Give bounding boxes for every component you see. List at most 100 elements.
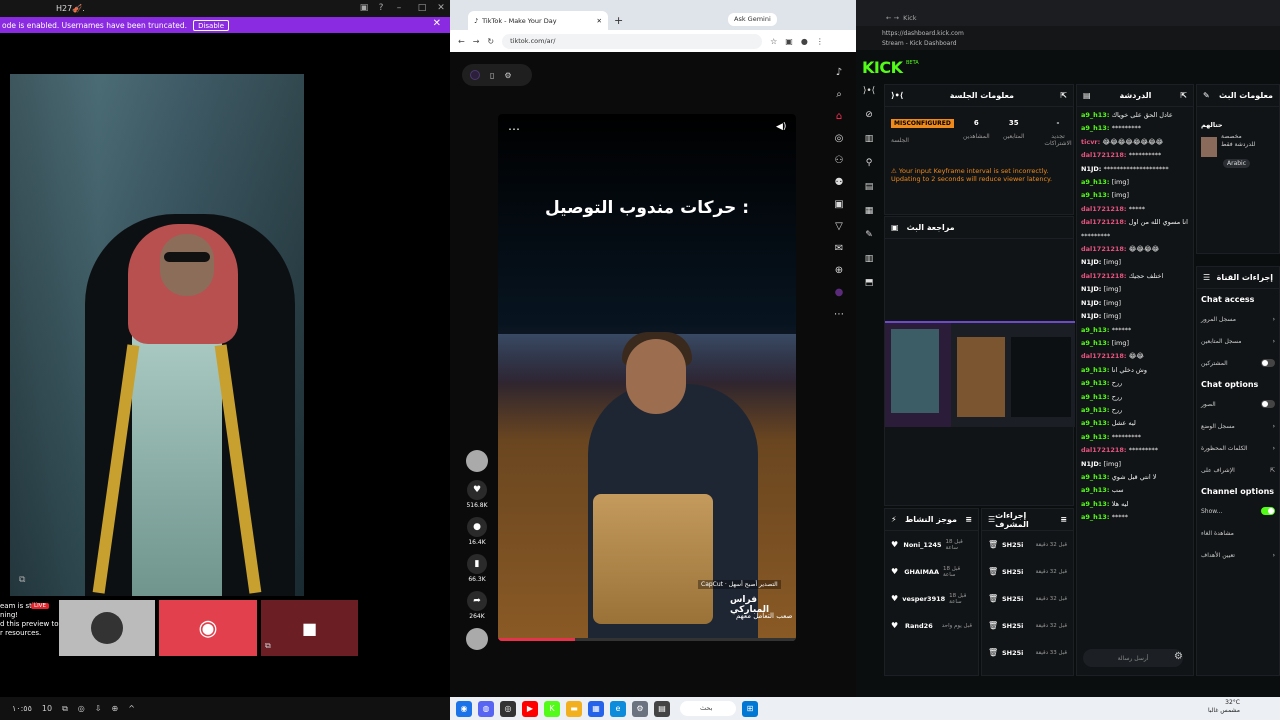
reload-icon[interactable]: ↻	[487, 37, 494, 46]
minimize-button[interactable]: –	[390, 0, 408, 17]
obs-icon[interactable]: ◎	[500, 700, 516, 717]
tab-tiktok[interactable]: ♪ TikTok - Make Your Day ✕	[468, 11, 608, 30]
chat-message[interactable]: a9_h13: [img]	[1081, 189, 1189, 202]
chat-message[interactable]: a9_h13: [img]	[1081, 176, 1189, 189]
chat-settings-icon[interactable]: ⚙	[1174, 651, 1183, 662]
filter-icon[interactable]: ≡	[1060, 515, 1067, 524]
more-icon[interactable]: ⋯	[508, 122, 520, 136]
profile-icon[interactable]: ●	[801, 37, 808, 46]
external-link-icon[interactable]: ⇱	[1270, 467, 1275, 474]
chat-username[interactable]: a9_h13:	[1081, 473, 1112, 481]
chat-message[interactable]: dal1721218: *****	[1081, 203, 1189, 216]
chat-message[interactable]: ticvr: 😂😂😂😂😂😂😂😂	[1081, 136, 1189, 149]
close-button[interactable]: ✕	[432, 0, 450, 17]
chat-message[interactable]: a9_h13: لا انتي قبل شوي	[1081, 471, 1189, 484]
chat-message[interactable]: a9_h13: ررح	[1081, 404, 1189, 417]
help-icon[interactable]: ?	[372, 0, 390, 17]
tab-close-icon[interactable]: ✕	[597, 17, 602, 25]
chat-username[interactable]: dal1721218:	[1081, 272, 1129, 280]
chat-username[interactable]: N1JD:	[1081, 285, 1104, 293]
edge-icon[interactable]: e	[610, 700, 626, 717]
chevron-right-icon[interactable]: ›	[1273, 423, 1275, 430]
youtube-icon[interactable]: ▶	[522, 700, 538, 717]
tab-title[interactable]: Kick	[903, 14, 916, 22]
chat-username[interactable]: a9_h13:	[1081, 500, 1112, 508]
profile-icon[interactable]: ●	[828, 282, 850, 304]
chat-username[interactable]: dal1721218:	[1081, 218, 1129, 226]
preview-thumbnail[interactable]	[885, 321, 1075, 427]
analytics-nav-icon[interactable]: ▦	[860, 206, 878, 230]
new-tab-button[interactable]: +	[614, 11, 623, 30]
comment-button[interactable]: ● 16.4K	[464, 517, 490, 546]
maximize-button[interactable]: □	[413, 0, 431, 17]
chat-username[interactable]: a9_h13:	[1081, 326, 1112, 334]
setting-row[interactable]: مسجل الوضع ›	[1197, 415, 1279, 437]
chat-message[interactable]: a9_h13: *****	[1081, 511, 1189, 524]
live-icon[interactable]: ▣	[828, 194, 850, 216]
upload-icon[interactable]: ⊕	[828, 260, 850, 282]
discord-icon[interactable]: ◍	[478, 700, 494, 717]
chat-message[interactable]: a9_h13: ليه عشل	[1081, 417, 1189, 430]
chat-message[interactable]: a9_h13: ررح	[1081, 391, 1189, 404]
bookmark-star-icon[interactable]: ☆	[770, 37, 777, 46]
chat-username[interactable]: ticvr:	[1081, 138, 1103, 146]
chat-message[interactable]: N1JD: [img]	[1081, 283, 1189, 296]
like-button[interactable]: ♥ 516.8K	[464, 480, 490, 509]
chat-username[interactable]: a9_h13:	[1081, 433, 1112, 441]
chat-message[interactable]: a9_h13: ررح	[1081, 377, 1189, 390]
chevron-right-icon[interactable]: ›	[1273, 552, 1275, 559]
chat-message[interactable]: N1JD: [img]	[1081, 297, 1189, 310]
chat-message[interactable]: a9_h13: ليه هلا	[1081, 498, 1189, 511]
kick-icon[interactable]: K	[544, 700, 560, 717]
chat-message[interactable]: N1JD: [img]	[1081, 458, 1189, 471]
toggle-switch[interactable]	[1261, 400, 1275, 408]
chat-message[interactable]: N1JD: ********************	[1081, 163, 1189, 176]
discord-tile[interactable]: ◉	[159, 600, 257, 656]
chat-message[interactable]: dal1721218: اختلف حجيك	[1081, 270, 1189, 283]
weather-widget[interactable]: 32°C مشمس غالبا	[1208, 699, 1240, 715]
tiktok-logo-icon[interactable]: ♪	[828, 62, 850, 84]
chat-message[interactable]: a9_h13: [img]	[1081, 337, 1189, 350]
link-nav-icon[interactable]: ⊘	[860, 110, 878, 134]
chat-username[interactable]: N1JD:	[1081, 299, 1104, 307]
setting-row[interactable]: Show...	[1197, 500, 1279, 522]
kick-logo[interactable]: KICK	[862, 58, 903, 77]
chat-username[interactable]: dal1721218:	[1081, 151, 1129, 159]
setting-row[interactable]: مسجل المتابعين ›	[1197, 330, 1279, 352]
messages-icon[interactable]: ✉	[828, 238, 850, 260]
chat-username[interactable]: a9_h13:	[1081, 406, 1112, 414]
chat-message[interactable]: a9_h13: عادل الحق على خوياك	[1081, 109, 1189, 122]
more-icon[interactable]: ⋯	[828, 304, 850, 326]
tools-nav-icon[interactable]: ✎	[860, 230, 878, 254]
chat-username[interactable]: N1JD:	[1081, 165, 1104, 173]
disable-button[interactable]: Disable	[193, 19, 230, 31]
search-icon[interactable]: ⌕	[828, 84, 850, 106]
chat-username[interactable]: a9_h13:	[1081, 393, 1112, 401]
community-nav-icon[interactable]: ⚲	[860, 158, 878, 182]
chat-message[interactable]: a9_h13: سب	[1081, 484, 1189, 497]
taskbar-item[interactable]: ◎	[78, 704, 85, 713]
chat-username[interactable]: a9_h13:	[1081, 339, 1112, 347]
chat-input[interactable]: أرسل رسالة	[1083, 649, 1183, 667]
activity-icon[interactable]: ▽	[828, 216, 850, 238]
creator-avatar[interactable]	[464, 450, 490, 472]
extensions-icon[interactable]: ▣	[785, 37, 793, 46]
chat-message[interactable]: dal1721218: 😂😂😂😂	[1081, 243, 1189, 256]
popout-icon[interactable]: ⧉	[19, 575, 25, 585]
volume-icon[interactable]: ◀)	[776, 122, 786, 132]
chat-message[interactable]: dal1721218: **********	[1081, 149, 1189, 162]
chat-message[interactable]: dal1721218: 😂😂	[1081, 350, 1189, 363]
chat-message[interactable]: N1JD: [img]	[1081, 256, 1189, 269]
capcut-badge[interactable]: CapCut · التصدير أصبح أسهل	[698, 580, 781, 589]
setting-row[interactable]: الكلمات المحظورة ›	[1197, 437, 1279, 459]
forward-icon[interactable]: →	[473, 37, 480, 46]
chevron-right-icon[interactable]: ›	[1273, 316, 1275, 323]
chat-message[interactable]: a9_h13: ******	[1081, 324, 1189, 337]
chat-username[interactable]: a9_h13:	[1081, 178, 1112, 186]
close-icon[interactable]: ✕	[433, 18, 441, 29]
following-icon[interactable]: ⚇	[828, 150, 850, 172]
taskbar-item[interactable]: ⊕	[111, 704, 118, 713]
chat-message[interactable]: a9_h13: *********	[1081, 431, 1189, 444]
share-button[interactable]: ➦ 264K	[464, 591, 490, 620]
toggle-switch[interactable]	[1261, 507, 1275, 515]
